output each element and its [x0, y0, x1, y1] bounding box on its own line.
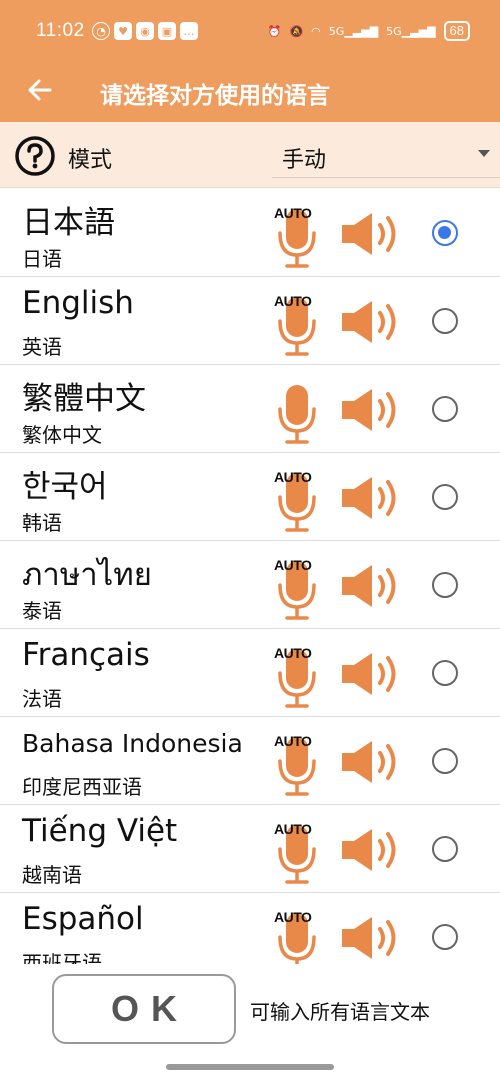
language-radio[interactable]	[432, 308, 458, 334]
app-bar: 请选择对方使用的语言	[0, 62, 500, 122]
language-row[interactable]: Tiếng Việt 越南语 AUTO	[0, 805, 500, 893]
speaker-icon[interactable]	[338, 915, 404, 961]
microphone-icon[interactable]: AUTO	[270, 723, 324, 799]
language-chinese-name: 日语	[22, 247, 62, 271]
signal-icon-1: 5G▁▃▅▇	[328, 24, 379, 38]
language-list: 日本語 日语 AUTO English 英语 AUTO 繁體中文 繁体中文 한국어 韩语 AUTO ภ…	[0, 189, 500, 964]
notification-icons: ◔ ♥ ◉ ▣ …	[92, 22, 198, 40]
mute-icon: 🔕	[289, 24, 304, 38]
microphone-icon[interactable]: AUTO	[270, 899, 324, 964]
speaker-icon[interactable]	[338, 827, 404, 873]
speaker-icon[interactable]	[338, 739, 404, 785]
status-time: 11:02	[36, 20, 85, 41]
auto-badge: AUTO	[274, 821, 312, 837]
language-native-name: 繁體中文	[22, 381, 146, 417]
language-native-name: 日本語	[22, 205, 115, 241]
language-chinese-name: 英语	[22, 335, 62, 359]
language-row[interactable]: Bahasa Indonesia 印度尼西亚语 AUTO	[0, 717, 500, 805]
page-title: 请选择对方使用的语言	[100, 83, 330, 109]
status-right: ⏰ 🔕 ◠ 5G▁▃▅▇ 5G▁▃▅▇ 68	[268, 21, 470, 41]
language-radio[interactable]	[432, 836, 458, 862]
language-native-name: English	[22, 285, 134, 321]
language-row[interactable]: 日本語日语 AUTO	[0, 189, 500, 277]
speaker-icon[interactable]	[338, 211, 404, 257]
language-radio[interactable]	[432, 924, 458, 950]
microphone-icon[interactable]: AUTO	[270, 547, 324, 623]
auto-badge: AUTO	[274, 293, 312, 309]
language-native-name: Español	[22, 901, 144, 937]
language-row[interactable]: Français 法语 AUTO	[0, 629, 500, 717]
back-arrow-icon[interactable]	[24, 74, 56, 106]
heart-app-icon: ♥	[114, 22, 132, 40]
auto-badge: AUTO	[274, 557, 312, 573]
speaker-icon[interactable]	[338, 299, 404, 345]
language-native-name: Français	[22, 637, 150, 673]
wechat-icon: ◉	[136, 22, 154, 40]
battery-icon: 68	[443, 21, 470, 41]
microphone-icon[interactable]: AUTO	[270, 195, 324, 271]
auto-badge: AUTO	[274, 645, 312, 661]
language-row[interactable]: Español 西班牙语 AUTO	[0, 893, 500, 964]
input-hint: 可输入所有语言文本	[250, 1000, 430, 1024]
language-radio[interactable]	[432, 660, 458, 686]
speaker-icon[interactable]	[338, 651, 404, 697]
language-radio[interactable]	[432, 484, 458, 510]
language-chinese-name: 韩语	[22, 511, 62, 535]
app-notification-icon: ◔	[92, 22, 110, 40]
mode-dropdown[interactable]: 手动	[272, 130, 500, 178]
microphone-icon[interactable]: AUTO	[270, 283, 324, 359]
language-native-name: ภาษาไทย	[22, 557, 152, 593]
speaker-icon[interactable]	[338, 563, 404, 609]
signal-icon-2: 5G▁▃▅▇	[386, 24, 436, 38]
auto-badge: AUTO	[274, 733, 312, 749]
auto-badge: AUTO	[274, 205, 312, 221]
wifi-icon: ◠	[311, 24, 321, 38]
language-native-name: Bahasa Indonesia	[22, 729, 243, 758]
language-chinese-name: 法语	[22, 687, 62, 711]
gesture-nav-bar[interactable]	[166, 1064, 334, 1070]
language-chinese-name: 印度尼西亚语	[22, 775, 142, 799]
language-native-name: Tiếng Việt	[22, 813, 178, 849]
speaker-icon[interactable]	[338, 475, 404, 521]
message-icon: …	[180, 22, 198, 40]
language-radio[interactable]	[432, 748, 458, 774]
help-icon[interactable]	[14, 135, 56, 177]
language-chinese-name: 越南语	[22, 863, 82, 887]
microphone-icon[interactable]	[270, 371, 324, 447]
language-chinese-name: 西班牙语	[22, 951, 102, 964]
status-bar: 11:02 ◔ ♥ ◉ ▣ … ⏰ 🔕 ◠ 5G▁▃▅▇ 5G▁▃▅▇ 68	[0, 0, 500, 62]
language-native-name: 한국어	[22, 469, 108, 505]
app-store-icon: ▣	[158, 22, 176, 40]
auto-badge: AUTO	[274, 909, 312, 925]
language-row[interactable]: 한국어 韩语 AUTO	[0, 453, 500, 541]
mode-row: 模式 手动	[0, 122, 500, 188]
microphone-icon[interactable]: AUTO	[270, 459, 324, 535]
language-row[interactable]: English 英语 AUTO	[0, 277, 500, 365]
language-radio[interactable]	[432, 572, 458, 598]
chevron-down-icon	[478, 150, 490, 157]
speaker-icon[interactable]	[338, 387, 404, 433]
language-row[interactable]: ภาษาไทย 泰语 AUTO	[0, 541, 500, 629]
alarm-icon: ⏰	[267, 24, 282, 38]
microphone-icon[interactable]: AUTO	[270, 635, 324, 711]
mode-label: 模式	[68, 148, 113, 173]
ok-button[interactable]: OK	[52, 974, 236, 1044]
language-chinese-name: 繁体中文	[22, 423, 102, 447]
language-radio[interactable]	[432, 396, 458, 422]
mode-value: 手动	[282, 148, 327, 173]
language-radio[interactable]	[432, 220, 458, 246]
language-row[interactable]: 繁體中文 繁体中文	[0, 365, 500, 453]
microphone-icon[interactable]: AUTO	[270, 811, 324, 887]
auto-badge: AUTO	[274, 469, 312, 485]
language-chinese-name: 泰语	[22, 599, 62, 623]
top-bar: 11:02 ◔ ♥ ◉ ▣ … ⏰ 🔕 ◠ 5G▁▃▅▇ 5G▁▃▅▇ 68 请…	[0, 0, 500, 122]
